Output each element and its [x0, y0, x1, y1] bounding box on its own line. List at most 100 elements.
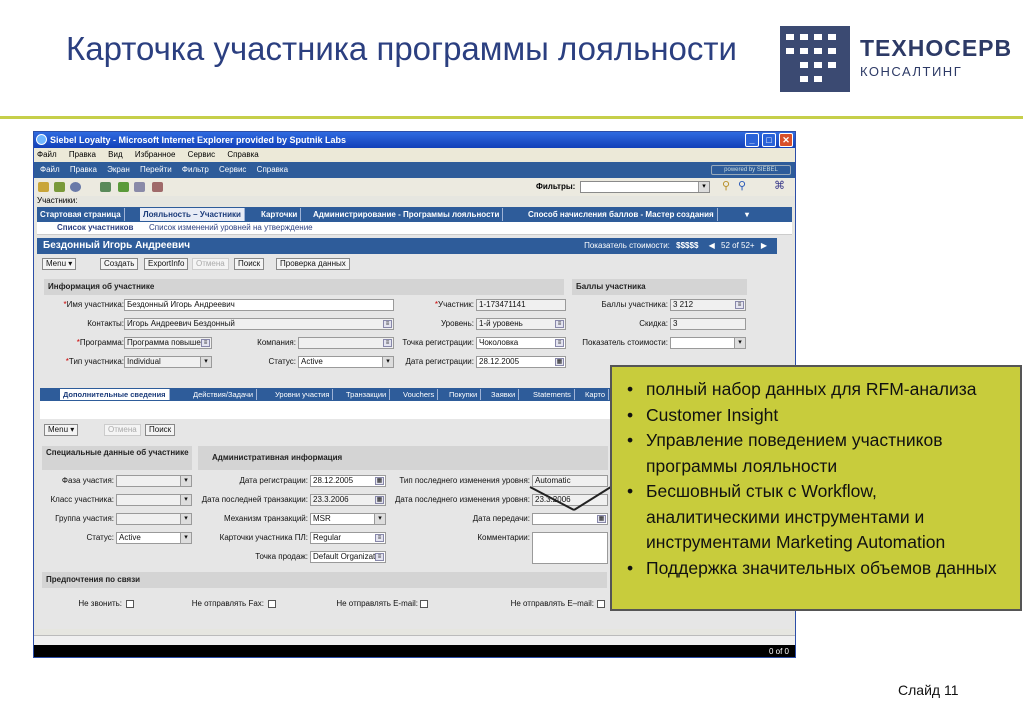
level-field[interactable]: 1-й уровень ≡	[476, 318, 566, 330]
discount-field[interactable]: 3	[670, 318, 746, 330]
regdate-field[interactable]: 28.12.2005 ▦	[476, 356, 566, 368]
admin-regdate-label: Дата регистрации:	[239, 476, 308, 485]
mechanism-select[interactable]: MSR ▾	[310, 513, 386, 525]
phase-select[interactable]: ▾	[116, 475, 192, 487]
company-field[interactable]: ≡	[298, 337, 394, 349]
cards-field[interactable]: Regular ≡	[310, 532, 386, 544]
child-search-button[interactable]: Поиск	[145, 424, 176, 436]
status-label: Статус:	[268, 357, 296, 366]
pos-field[interactable]: Default Organizat ≡	[310, 551, 386, 563]
tab-vouchers[interactable]: Vouchers	[400, 389, 439, 400]
header-divider	[0, 116, 1023, 119]
calendar-icon[interactable]: ▦	[597, 515, 606, 523]
no-email-checkbox[interactable]	[420, 600, 428, 608]
status-count: 0 of 0	[768, 647, 789, 656]
child-menu-button[interactable]: Menu ▾	[44, 424, 79, 436]
group-select[interactable]: ▾	[116, 513, 192, 525]
sitemap-icon[interactable]	[38, 182, 49, 192]
new-icon[interactable]	[54, 182, 65, 192]
close-icon[interactable]: ✕	[779, 133, 793, 147]
class-select[interactable]: ▾	[116, 494, 192, 506]
menu-edit[interactable]: Правка	[69, 150, 96, 159]
status-select[interactable]: Active ▾	[298, 356, 394, 368]
last-level-type-label: Тип последнего изменения уровня:	[399, 476, 530, 485]
cancel-button[interactable]: Отмена	[192, 258, 229, 270]
app-menu-tools[interactable]: Сервис	[219, 165, 246, 174]
app-menu-help[interactable]: Справка	[257, 165, 288, 174]
regpoint-field[interactable]: Чоколовка ≡	[476, 337, 566, 349]
app-menu-screen[interactable]: Экран	[107, 165, 130, 174]
app-menu-edit[interactable]: Правка	[70, 165, 97, 174]
tabs-more-icon[interactable]: ▾	[742, 208, 752, 221]
copy-icon[interactable]	[134, 182, 145, 192]
tab-purchases[interactable]: Покупки	[446, 389, 482, 400]
app-menu-filter[interactable]: Фильтр	[182, 165, 209, 174]
group-label: Группа участия:	[55, 514, 114, 523]
menu-button[interactable]: Menu ▾	[42, 258, 77, 270]
contacts-field[interactable]: Игорь Андреевич Бездонный ≡	[124, 318, 394, 330]
app-menu-go[interactable]: Перейти	[140, 165, 172, 174]
member-id-label: *Участник:	[434, 300, 474, 309]
tab-transactions[interactable]: Транзакции	[343, 389, 391, 400]
minimize-icon[interactable]: _	[745, 133, 759, 147]
picker-icon[interactable]: ≡	[383, 320, 392, 328]
horizontal-scrollbar[interactable]	[34, 635, 795, 645]
picker-icon[interactable]: ≡	[375, 553, 384, 561]
special-status-select[interactable]: Active ▾	[116, 532, 192, 544]
picker-icon[interactable]: ≡	[555, 339, 564, 347]
comments-field[interactable]	[532, 532, 608, 564]
menu-help[interactable]: Справка	[227, 150, 258, 159]
menu-favorites[interactable]: Избранное	[135, 150, 176, 159]
tab-cards-child[interactable]: Карто	[582, 389, 610, 400]
next-record-icon[interactable]: ▶	[761, 241, 767, 250]
tab-statements[interactable]: Statements	[530, 389, 575, 400]
edit-icon[interactable]	[100, 182, 111, 192]
no-fax-checkbox[interactable]	[268, 600, 276, 608]
check-icon[interactable]	[118, 182, 129, 192]
name-field[interactable]: Бездонный Игорь Андреевич	[124, 299, 394, 311]
search-button[interactable]: Поиск	[234, 258, 265, 270]
tab-cards[interactable]: Карточки	[258, 208, 302, 221]
filter-select[interactable]: ▾	[580, 181, 710, 193]
create-button[interactable]: Создать	[100, 258, 139, 270]
tab-additional-info[interactable]: Дополнительные сведения	[60, 389, 170, 400]
tab-points-wizard[interactable]: Способ начисления баллов - Мастер создан…	[525, 208, 718, 221]
transfer-date-field[interactable]: ▦	[532, 513, 608, 525]
program-field[interactable]: Программа повыше ≡	[124, 337, 212, 349]
calendar-icon[interactable]: ▦	[555, 358, 564, 366]
maximize-icon[interactable]: □	[762, 133, 776, 147]
type-select[interactable]: Individual ▾	[124, 356, 212, 368]
tab-levels[interactable]: Уровни участия	[272, 389, 334, 400]
tab-program-admin[interactable]: Администрирование - Программы лояльности	[310, 208, 504, 221]
report-icon[interactable]	[152, 182, 163, 192]
no-call-checkbox[interactable]	[126, 600, 134, 608]
globe-icon[interactable]	[70, 182, 81, 192]
member-id-field[interactable]: 1-173471141	[476, 299, 566, 311]
picker-icon[interactable]: ≡	[375, 534, 384, 542]
search-icon[interactable]: ⚲	[722, 181, 733, 192]
no-email2-checkbox[interactable]	[597, 600, 605, 608]
points-field[interactable]: 3 212 ≡	[670, 299, 746, 311]
tab-loyalty-members[interactable]: Лояльность – Участники	[140, 208, 245, 221]
value-indicator-select[interactable]: ▾	[670, 337, 746, 349]
child-cancel-button[interactable]: Отмена	[104, 424, 141, 436]
binoculars-icon[interactable]: ⌘	[774, 181, 785, 192]
app-menu-file[interactable]: Файл	[40, 165, 60, 174]
tab-home[interactable]: Стартовая страница	[37, 208, 125, 221]
record-header: Бездонный Игорь Андреевич Показатель сто…	[37, 238, 777, 254]
menu-view[interactable]: Вид	[108, 150, 122, 159]
subtab-members-list[interactable]: Список участников	[57, 222, 133, 234]
cards-label: Карточки участника ПЛ:	[219, 533, 308, 542]
picker-icon[interactable]: ≡	[555, 320, 564, 328]
check-data-button[interactable]: Проверка данных	[276, 258, 350, 270]
picker-icon[interactable]: ≡	[735, 301, 744, 309]
subtab-level-changes[interactable]: Список изменений уровней на утверждение	[149, 222, 313, 234]
query-icon[interactable]: ⚲	[738, 181, 749, 192]
picker-icon[interactable]: ≡	[201, 339, 210, 347]
prev-record-icon[interactable]: ◀	[709, 241, 715, 250]
menu-tools[interactable]: Сервис	[188, 150, 215, 159]
tab-activities[interactable]: Действия/Задачи	[190, 389, 258, 400]
tab-requests[interactable]: Заявки	[488, 389, 520, 400]
menu-file[interactable]: Файл	[37, 150, 57, 159]
export-button[interactable]: ExportInfo	[144, 258, 189, 270]
